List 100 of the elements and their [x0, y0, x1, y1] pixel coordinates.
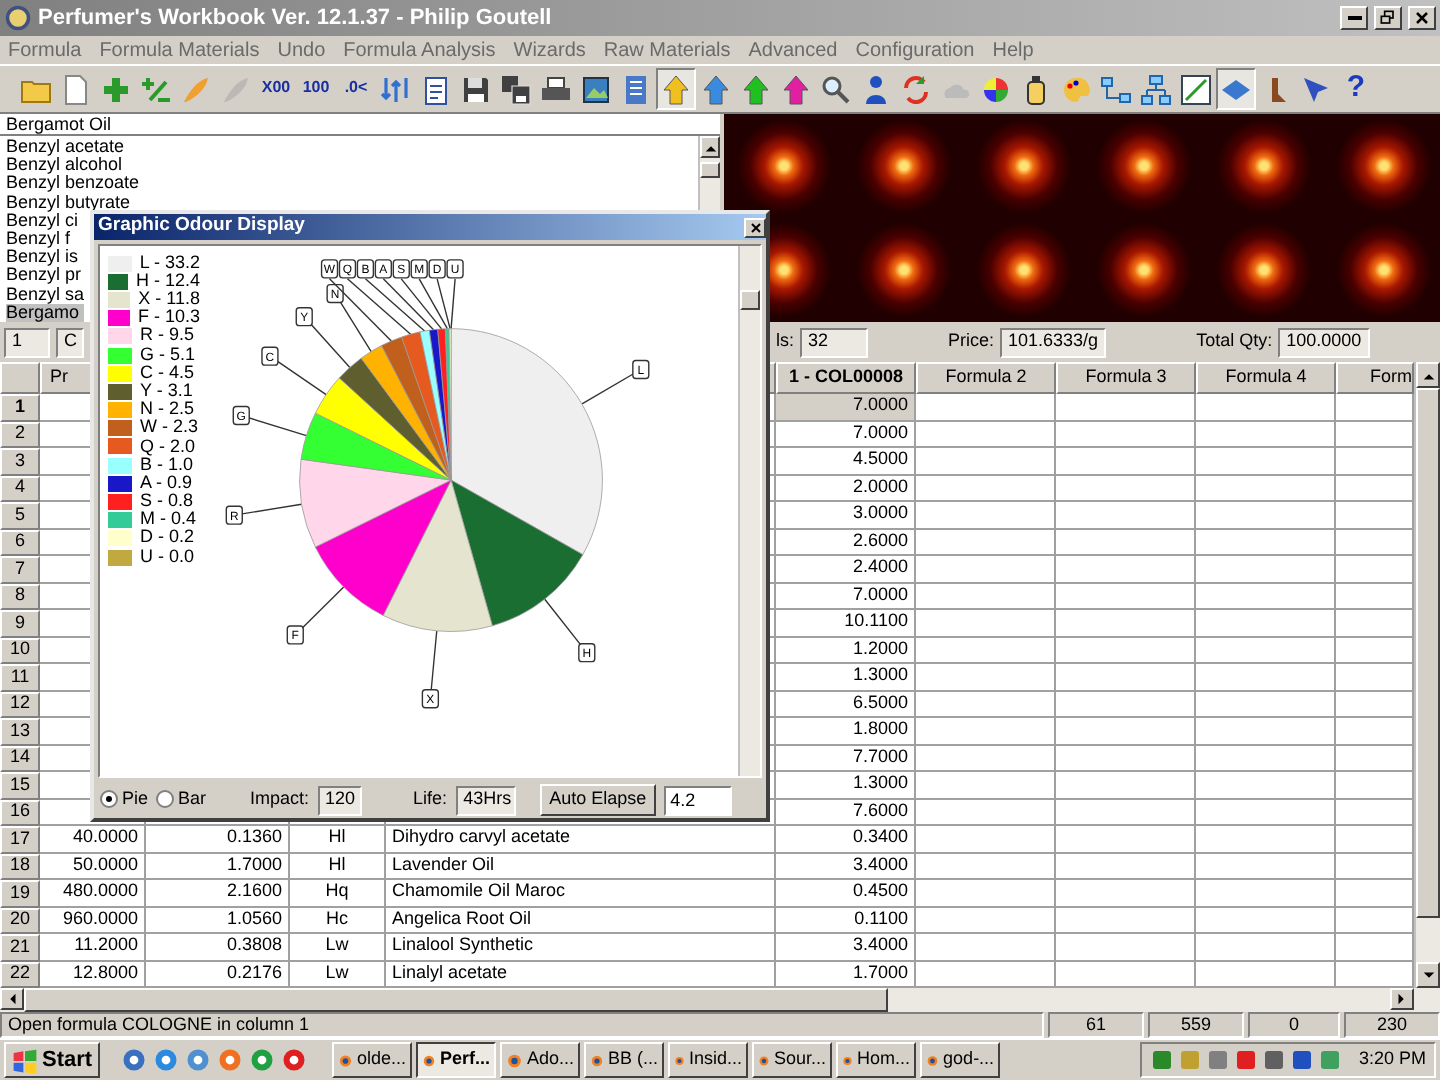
scrollbar[interactable]	[0, 988, 1440, 1012]
row-number[interactable]: 3	[0, 448, 40, 475]
scroll-button[interactable]	[1390, 988, 1414, 1010]
row-number[interactable]: 12	[0, 691, 40, 718]
menu-item[interactable]: Raw Materials	[603, 39, 731, 61]
row-number[interactable]: 14	[0, 745, 40, 772]
taskbar-button[interactable]: Perf...	[416, 1042, 497, 1078]
toolbar-button[interactable]: X00	[256, 68, 296, 110]
row-number[interactable]: 5	[0, 502, 40, 529]
scrollbar-thumb[interactable]	[740, 290, 760, 310]
table-cell	[1196, 637, 1336, 664]
scrollbar-thumb[interactable]	[24, 988, 888, 1012]
taskbar-button[interactable]: Ado...	[500, 1042, 581, 1078]
field-label: Total Qty:	[1196, 332, 1273, 352]
search-field[interactable]: Bergamot Oil	[0, 114, 720, 136]
row-number[interactable]: 21	[0, 934, 40, 961]
list-item[interactable]: Benzyl f	[6, 229, 75, 249]
row-number[interactable]: 19	[0, 880, 40, 907]
row-number[interactable]: 20	[0, 907, 40, 934]
radio-option[interactable]: Bar	[156, 790, 207, 810]
column-header[interactable]: Form	[1336, 362, 1414, 394]
taskbar-button[interactable]: Insid...	[668, 1042, 749, 1078]
toolbar-button[interactable]	[1216, 68, 1256, 110]
row-number[interactable]: 4	[0, 475, 40, 502]
scrollbar-thumb[interactable]	[1416, 388, 1440, 918]
scroll-button[interactable]	[1416, 362, 1440, 388]
legend-label: D - 0.2	[140, 528, 195, 549]
taskbar-button[interactable]: Sour...	[752, 1042, 833, 1078]
row-number[interactable]: 18	[0, 853, 40, 880]
toolbar-button[interactable]: 100	[296, 68, 336, 110]
taskbar-button[interactable]: god-...	[920, 1042, 1001, 1078]
list-item[interactable]: Bergamo	[6, 303, 84, 322]
row-number[interactable]: 22	[0, 961, 40, 988]
field-label: Impact:	[250, 790, 310, 810]
list-item[interactable]: Benzyl alcohol	[6, 156, 127, 175]
row-number[interactable]: 1	[0, 394, 40, 421]
scrollbar[interactable]	[1414, 362, 1440, 988]
list-item[interactable]: Benzyl ci	[6, 211, 83, 230]
column-header[interactable]: Formula 4	[1196, 362, 1336, 394]
quick-launch-icon	[280, 1046, 309, 1074]
list-item[interactable]: Benzyl butyrate	[6, 193, 135, 212]
scroll-button[interactable]	[1416, 962, 1440, 988]
menu-item[interactable]: Configuration	[855, 39, 975, 61]
tray-icon	[1262, 1048, 1287, 1072]
start-button[interactable]: Start	[4, 1042, 101, 1078]
row-number[interactable]: 2	[0, 421, 40, 448]
list-item[interactable]: Benzyl is	[6, 248, 83, 267]
menu-item[interactable]: Formula Materials	[99, 39, 260, 61]
menu-item[interactable]: Help	[992, 39, 1034, 61]
menu-item[interactable]: Formula Analysis	[343, 39, 496, 61]
row-number[interactable]: 9	[0, 610, 40, 637]
table-cell: 4.5000	[776, 448, 916, 475]
list-item[interactable]: Benzyl acetate	[6, 138, 129, 157]
menu-item[interactable]: Undo	[277, 39, 326, 61]
close-button[interactable]	[1408, 6, 1436, 30]
column-header[interactable]: Formula 3	[1056, 362, 1196, 394]
scrollbar-thumb[interactable]	[700, 162, 720, 178]
table-cell: 7.6000	[776, 799, 916, 826]
column-header[interactable]: Formula 2	[916, 362, 1056, 394]
quick-launch-icon	[120, 1046, 149, 1074]
row-number[interactable]: 13	[0, 718, 40, 745]
plus-icon	[100, 73, 132, 105]
row-number[interactable]: 17	[0, 826, 40, 853]
legend-label: G - 5.1	[140, 345, 196, 365]
restore-button[interactable]	[1374, 6, 1402, 30]
taskbar-button[interactable]: olde...	[332, 1042, 413, 1078]
table-cell: 7.0000	[776, 394, 916, 421]
row-number[interactable]: 15	[0, 772, 40, 799]
scroll-button[interactable]	[700, 136, 720, 158]
close-button[interactable]	[744, 217, 766, 237]
toolbar-button[interactable]: .0<	[336, 68, 376, 110]
minimize-button[interactable]	[1340, 6, 1368, 30]
radio-option[interactable]: Pie	[100, 790, 149, 810]
plus-minus-icon	[140, 73, 172, 105]
column-header[interactable]: Pr	[50, 368, 68, 388]
column-header[interactable]: 1 - COL00008	[776, 362, 916, 394]
row-number[interactable]: 6	[0, 529, 40, 556]
table-cell	[1196, 799, 1336, 826]
row-number[interactable]: 16	[0, 799, 40, 826]
row-number[interactable]: 8	[0, 583, 40, 610]
taskbar-button[interactable]: BB (...	[584, 1042, 665, 1078]
row-number[interactable]: 10	[0, 637, 40, 664]
table-cell: 2.4000	[776, 556, 916, 583]
list-item[interactable]: Benzyl sa	[6, 285, 89, 304]
menu-item[interactable]: Advanced	[748, 39, 838, 61]
taskbar-button[interactable]: Hom...	[836, 1042, 917, 1078]
table-cell	[1196, 502, 1336, 529]
list-item[interactable]: Benzyl benzoate	[6, 174, 144, 194]
table-cell	[1056, 718, 1196, 745]
list-item[interactable]: Benzyl pr	[6, 266, 86, 285]
row-number[interactable]: 7	[0, 556, 40, 583]
menu-item[interactable]: Formula	[8, 39, 82, 61]
menu-item[interactable]: Wizards	[513, 39, 586, 61]
windows-logo-icon	[12, 1047, 38, 1073]
scrollbar[interactable]	[738, 246, 760, 776]
auto-elapse-button[interactable]: Auto Elapse	[539, 784, 657, 816]
elapse-field[interactable]: 4.2	[664, 785, 733, 815]
scroll-button[interactable]	[0, 988, 24, 1010]
row-number[interactable]: 11	[0, 664, 40, 691]
toolbar-button[interactable]: ?	[1336, 68, 1376, 110]
